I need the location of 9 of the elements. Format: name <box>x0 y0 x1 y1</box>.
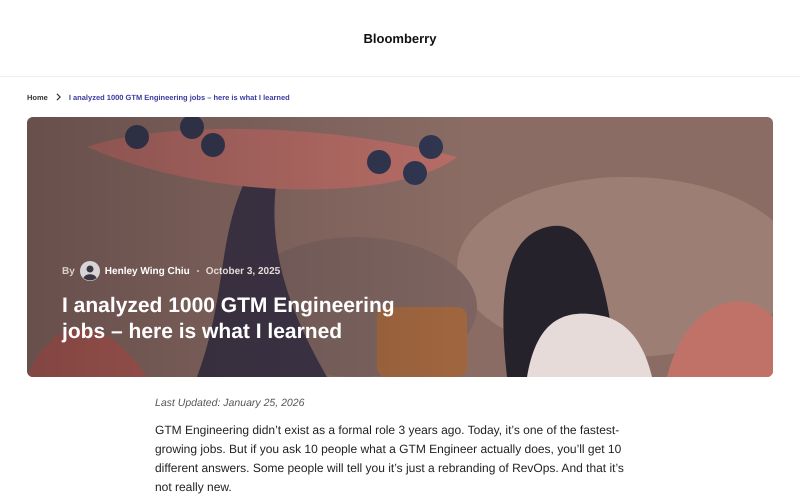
article-paragraph: GTM Engineering didn’t exist as a formal role 3 years ago. Today, it’s one of the fastest-growing jobs. But if you ask 10 people what a GTM Engineer actually does, you’ll get 10 different answers. Some people will tell you it’s just a rebranding of RevOps. And that it’s not really new. <box>155 422 625 496</box>
article-title: I analyzed 1000 GTM Engineering jobs – here is what I learned <box>62 293 396 345</box>
site-logo[interactable]: Bloomberry <box>364 30 436 46</box>
publish-date: October 3, 2025 <box>206 266 280 276</box>
last-updated-text: Last Updated: January 25, 2026 <box>155 397 306 409</box>
avatar-icon <box>80 261 100 281</box>
chevron-icon <box>56 93 61 101</box>
byline-label: By <box>62 266 75 276</box>
author-link[interactable]: Henley Wing Chiu <box>104 266 190 276</box>
